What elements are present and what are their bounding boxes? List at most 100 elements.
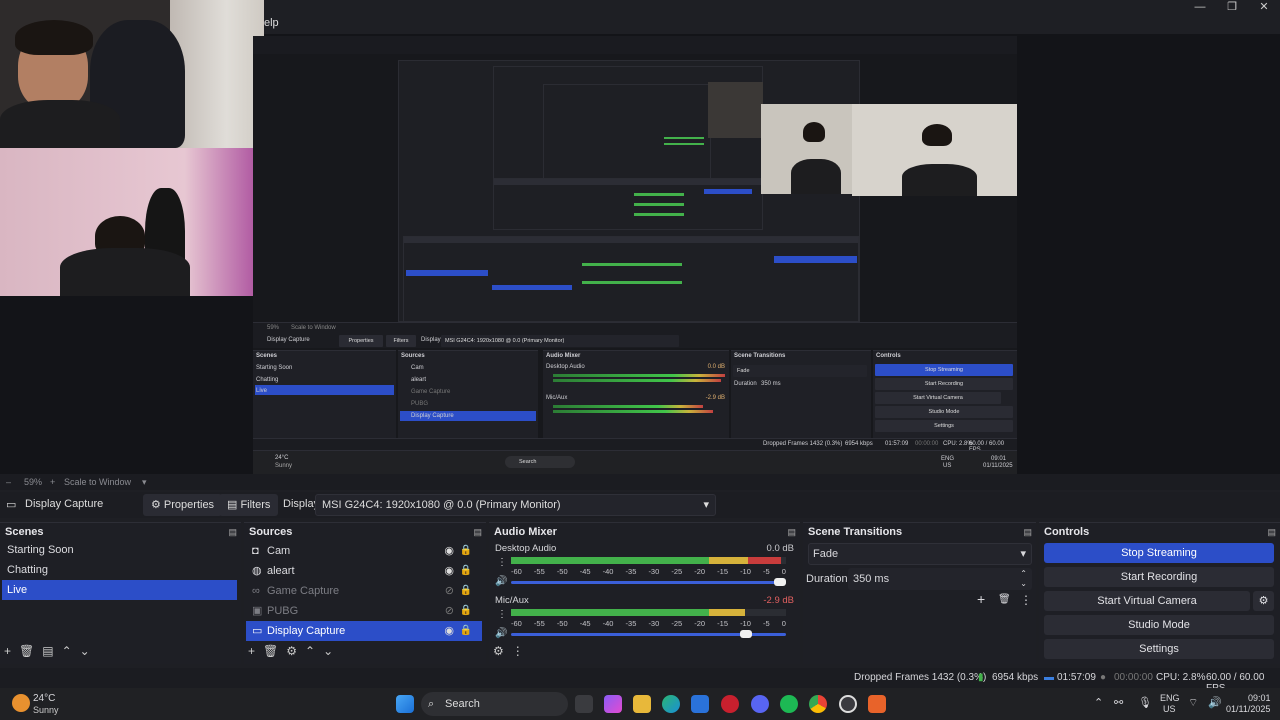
scene-item[interactable]: Starting Soon	[2, 540, 237, 560]
camera-icon: ◘	[252, 545, 259, 557]
clock-date[interactable]: 01/11/2025	[1226, 704, 1270, 714]
zoom-minus-icon[interactable]: –	[6, 477, 11, 487]
source-item[interactable]: ∞ Game Capture ⊘ 🔒	[246, 581, 482, 601]
lock-icon[interactable]: 🔒	[460, 541, 472, 561]
settings-button[interactable]: Settings	[1044, 639, 1274, 659]
chevron-down-icon: ▾	[703, 499, 709, 511]
trash-icon[interactable]: 🗑	[19, 644, 34, 660]
gear-icon[interactable]: ⚙	[286, 644, 297, 660]
display-select[interactable]: MSI G24C4: 1920x1080 @ 0.0 (Primary Moni…	[315, 494, 716, 516]
mic-volume-knob[interactable]	[740, 630, 752, 638]
start-virtual-camera-button[interactable]: Start Virtual Camera	[1044, 591, 1250, 611]
gear-icon[interactable]: ⚙	[1253, 591, 1274, 611]
dock-menu-icon[interactable]: ▤	[473, 527, 482, 538]
edge-icon[interactable]	[662, 695, 680, 713]
file-explorer-icon[interactable]	[633, 695, 651, 713]
kebab-menu-icon[interactable]: ⋮	[497, 557, 507, 568]
filter-icon[interactable]: ▤	[42, 644, 53, 660]
scene-item[interactable]: Chatting	[2, 560, 237, 580]
chevron-up-icon[interactable]: ⌃	[62, 644, 72, 660]
filters-button[interactable]: ▤ Filters	[219, 494, 279, 516]
wifi-icon[interactable]: ⌔	[1188, 696, 1198, 710]
scale-mode-select[interactable]: Scale to Window	[64, 477, 131, 487]
eye-hidden-icon[interactable]: ⊘	[445, 581, 454, 601]
spotify-icon[interactable]	[780, 695, 798, 713]
transitions-title: Scene Transitions	[808, 526, 903, 538]
chevron-down-icon[interactable]: ▾	[142, 477, 147, 488]
eye-hidden-icon[interactable]: ⊘	[445, 601, 454, 621]
network-icon[interactable]: ⚯	[1114, 696, 1123, 709]
lock-icon[interactable]: 🔒	[460, 621, 472, 641]
weather-icon[interactable]	[12, 694, 30, 712]
speaker-icon[interactable]: 🔊	[495, 628, 507, 639]
taskbar-search[interactable]: ⌕ Search	[421, 692, 568, 716]
transition-select[interactable]: Fade ▾	[808, 543, 1032, 565]
lock-icon[interactable]: 🔒	[460, 581, 472, 601]
kebab-menu-icon[interactable]: ⋮	[512, 644, 524, 660]
task-view-icon[interactable]	[575, 695, 593, 713]
meter-tick: -45	[579, 567, 591, 576]
desktop-audio-volume-slider[interactable]	[511, 581, 786, 584]
obs-icon[interactable]	[839, 695, 857, 713]
eye-icon[interactable]: ◉	[444, 541, 454, 561]
menu-help[interactable]: elp	[264, 17, 279, 29]
language-region[interactable]: US	[1163, 704, 1176, 714]
windows-start-icon[interactable]	[396, 695, 414, 713]
chevron-down-icon[interactable]: ⌄	[323, 644, 333, 660]
trash-icon[interactable]: 🗑	[998, 594, 1011, 605]
kebab-menu-icon[interactable]: ⋮	[497, 609, 507, 620]
dock-menu-icon[interactable]: ▤	[228, 527, 237, 538]
advanced-audio-icon[interactable]: ⚙	[493, 644, 504, 660]
canvas-webcam-1	[708, 82, 763, 138]
start-recording-button[interactable]: Start Recording	[1044, 567, 1274, 587]
microphone-icon[interactable]: 🎙	[1138, 696, 1152, 709]
stop-streaming-button[interactable]: Stop Streaming	[1044, 543, 1274, 563]
lock-icon[interactable]: 🔒	[460, 561, 472, 581]
zoom-plus-icon[interactable]: +	[50, 477, 55, 487]
duration-input[interactable]: 350 ms ⌃ ⌄	[848, 568, 1032, 590]
add-icon[interactable]: +	[4, 644, 11, 660]
dock-menu-icon[interactable]: ▤	[1023, 527, 1032, 538]
canvas-transitions: Scene Transitions Fade Duration 350 ms	[731, 350, 871, 438]
minimize-icon[interactable]: —	[1184, 0, 1216, 14]
speaker-icon[interactable]: 🔊	[495, 576, 507, 587]
trash-icon[interactable]: 🗑	[263, 644, 278, 660]
desktop-audio-volume-knob[interactable]	[774, 578, 786, 586]
add-icon[interactable]: +	[977, 591, 985, 607]
add-icon[interactable]: +	[248, 644, 255, 660]
source-item-selected[interactable]: ▭ Display Capture ◉ 🔒	[246, 621, 482, 641]
app-icon[interactable]	[721, 695, 739, 713]
eye-icon[interactable]: ◉	[444, 561, 454, 581]
kebab-menu-icon[interactable]: ⋮	[1020, 593, 1032, 607]
scene-item-selected[interactable]: Live	[2, 580, 237, 600]
source-item[interactable]: ▣ PUBG ⊘ 🔒	[246, 601, 482, 621]
close-icon[interactable]: ✕	[1248, 0, 1280, 14]
stepper-down-icon[interactable]: ⌄	[1020, 573, 1027, 595]
app-icon[interactable]	[868, 695, 886, 713]
chevron-up-icon[interactable]: ⌃	[305, 644, 315, 660]
source-label: Display Capture	[267, 625, 346, 637]
chevron-down-icon[interactable]: ⌄	[80, 644, 90, 660]
media-icon: ▣	[252, 605, 263, 617]
eye-icon[interactable]: ◉	[444, 621, 454, 641]
lock-icon[interactable]: 🔒	[460, 601, 472, 621]
store-icon[interactable]	[691, 695, 709, 713]
chrome-icon[interactable]	[809, 695, 827, 713]
canvas-controls: Controls Stop Streaming Start Recording …	[873, 350, 1017, 438]
volume-icon[interactable]: 🔊	[1208, 696, 1222, 709]
clock-time[interactable]: 09:01	[1248, 693, 1271, 703]
globe-icon: ◍	[252, 565, 262, 577]
source-item[interactable]: ◍ aleart ◉ 🔒	[246, 561, 482, 581]
discord-icon[interactable]	[751, 695, 769, 713]
language-code[interactable]: ENG	[1160, 693, 1180, 703]
copilot-icon[interactable]	[604, 695, 622, 713]
dock-menu-icon[interactable]: ▤	[1267, 527, 1276, 538]
studio-mode-button[interactable]: Studio Mode	[1044, 615, 1274, 635]
meter-tick: -25	[671, 567, 683, 576]
dock-menu-icon[interactable]: ▤	[787, 527, 796, 538]
maximize-icon[interactable]: ❐	[1216, 0, 1248, 14]
chevron-up-icon[interactable]: ⌃	[1094, 696, 1103, 709]
source-item[interactable]: ◘ Cam ◉ 🔒	[246, 541, 482, 561]
properties-button[interactable]: ⚙ Properties	[143, 494, 223, 516]
preview-canvas: 59% Scale to Window Display Capture Prop…	[253, 36, 1017, 474]
